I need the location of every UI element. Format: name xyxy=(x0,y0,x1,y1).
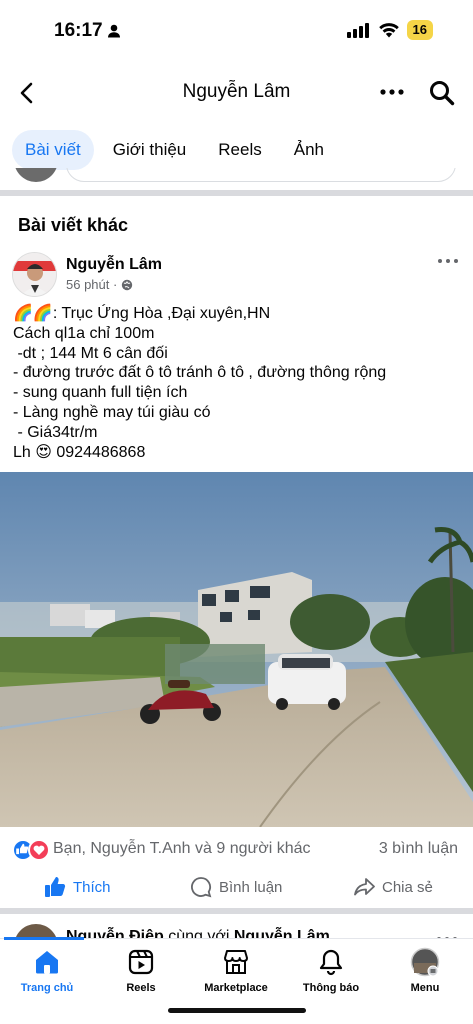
search-icon[interactable] xyxy=(427,78,457,108)
marketplace-icon xyxy=(224,950,248,974)
reaction-icons xyxy=(12,839,50,861)
post-line: -dt ; 144 Mt 6 cân đối xyxy=(13,344,168,362)
home-indicator[interactable] xyxy=(168,1008,306,1013)
nav-label: Menu xyxy=(410,982,440,994)
comment-button[interactable]: Bình luận xyxy=(190,876,282,898)
reels-icon xyxy=(128,949,154,975)
status-bar: 16:17 16 xyxy=(0,0,473,62)
next-post-author-line: Nguyễn Điệp cùng với Nguyễn Lâm xyxy=(66,928,330,938)
composer-remnant xyxy=(0,168,473,188)
next-post-tagged[interactable]: Nguyễn Lâm xyxy=(234,928,330,938)
profile-tabs: Bài viết Giới thiệu Reels Ảnh xyxy=(12,129,343,171)
home-icon xyxy=(36,951,58,974)
post-header: Nguyễn Lâm 56 phút · xyxy=(12,250,462,297)
nav-label: Reels xyxy=(126,982,156,994)
tab-posts[interactable]: Bài viết xyxy=(12,130,94,170)
person-icon xyxy=(108,24,120,38)
post-time: 56 phút · xyxy=(66,277,118,292)
post-text: 🌈🌈: Trục Ứng Hòa ,Đại xuyên,HN Cách ql1a… xyxy=(13,304,463,462)
avatar-photo xyxy=(13,253,56,296)
post-line: - Làng nghề may túi giàu có xyxy=(13,403,211,421)
bell-icon xyxy=(319,949,343,976)
like-label: Thích xyxy=(73,878,111,896)
post-line: - sung quanh full tiện ích xyxy=(13,384,188,402)
divider xyxy=(0,190,473,196)
post-line: Lh 😍 0924486868 xyxy=(13,443,146,461)
post-photo[interactable] xyxy=(0,472,473,827)
comment-label: Bình luận xyxy=(219,878,283,896)
next-post-connector: cùng với xyxy=(163,928,234,938)
nav-marketplace[interactable]: Marketplace xyxy=(189,947,283,994)
post-line: Cách ql1a chỉ 100m xyxy=(13,324,155,342)
post-line: - đường trước đất ô tô tránh ô tô , đườn… xyxy=(13,364,387,382)
active-tab-indicator xyxy=(4,937,84,940)
wifi-icon xyxy=(378,23,399,38)
reactions-text: Bạn, Nguyễn T.Anh và 9 người khác xyxy=(53,840,311,857)
nav-home[interactable]: Trang chủ xyxy=(0,947,94,994)
comment-bubble-icon xyxy=(191,877,212,898)
composer-input[interactable] xyxy=(66,168,456,182)
tab-reels[interactable]: Reels xyxy=(205,130,274,170)
more-options-icon[interactable] xyxy=(379,78,405,106)
share-label: Chia sẻ xyxy=(382,878,433,896)
thumbs-up-icon xyxy=(45,877,66,897)
post-line: - Giá34tr/m xyxy=(13,423,98,441)
profile-header: Nguyễn Lâm xyxy=(0,66,473,120)
avatar[interactable] xyxy=(14,924,58,938)
nav-label: Marketplace xyxy=(204,982,268,994)
section-title: Bài viết khác xyxy=(18,215,129,235)
battery-indicator: 16 xyxy=(406,20,433,40)
nav-label: Trang chủ xyxy=(20,982,74,994)
post-more-icon[interactable] xyxy=(436,254,460,268)
share-button[interactable]: Chia sẻ xyxy=(353,876,433,898)
status-time: 16:17 xyxy=(54,20,103,41)
divider xyxy=(0,908,473,914)
like-button[interactable]: Thích xyxy=(44,876,111,898)
profile-menu-icon xyxy=(410,947,440,977)
nav-menu[interactable]: Menu xyxy=(378,947,472,994)
nav-reels[interactable]: Reels xyxy=(94,947,188,994)
street-scene-image xyxy=(0,472,473,827)
reactions-summary[interactable]: Bạn, Nguyễn T.Anh và 9 người khác 3 bình… xyxy=(12,838,462,862)
post-meta: 56 phút · xyxy=(66,277,133,292)
nav-label: Thông báo xyxy=(302,982,360,994)
author-avatar[interactable] xyxy=(12,252,57,297)
post-line: 🌈🌈: Trục Ứng Hòa ,Đại xuyên,HN xyxy=(13,305,271,322)
post-actions: Thích Bình luận Chia sẻ xyxy=(0,872,473,904)
tab-photos[interactable]: Ảnh xyxy=(281,130,337,170)
comments-count[interactable]: 3 bình luận xyxy=(379,840,458,858)
globe-icon xyxy=(122,279,133,290)
signal-icon xyxy=(346,23,369,38)
tab-about[interactable]: Giới thiệu xyxy=(100,130,200,170)
nav-notifications[interactable]: Thông báo xyxy=(284,947,378,994)
post-author[interactable]: Nguyễn Lâm xyxy=(66,256,162,274)
next-post-preview: Nguyễn Điệp cùng với Nguyễn Lâm xyxy=(0,916,473,938)
share-arrow-icon xyxy=(354,878,375,896)
avatar xyxy=(14,168,58,182)
